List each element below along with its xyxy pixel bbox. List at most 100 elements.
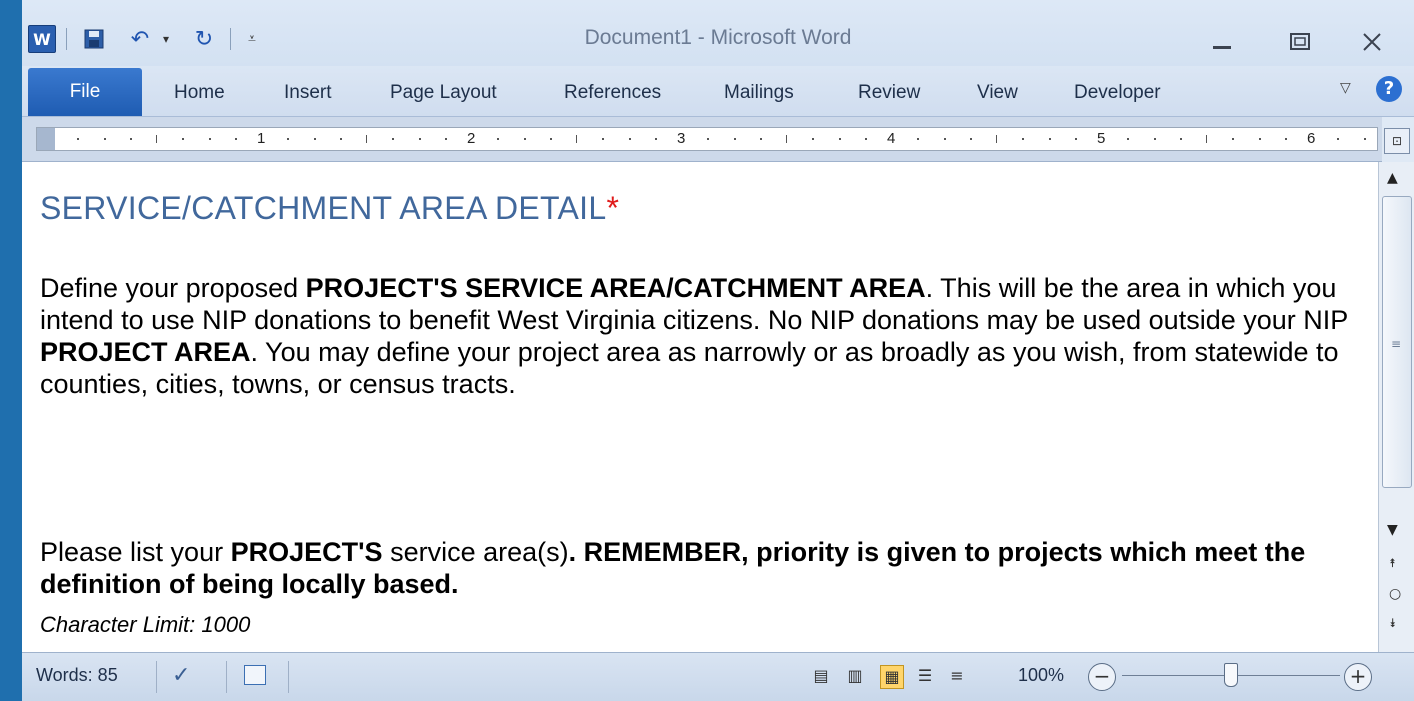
title-bar: W ↶ ▾ ↻ ⩡ Document1 - Microsoft Word: [22, 0, 1414, 66]
select-browse-object-icon[interactable]: ○: [1389, 586, 1401, 602]
ruler-dot: [1337, 138, 1340, 140]
vertical-scrollbar[interactable]: ▲ ≡ ▼ ⯭ ○ ⯯: [1378, 162, 1414, 652]
ruler-dot: [339, 138, 342, 140]
ruler-dot: [549, 138, 552, 140]
minimize-button[interactable]: [1202, 28, 1242, 56]
ruler-dot: [523, 138, 526, 140]
ruler-number: 2: [467, 130, 476, 147]
text-run: service area(s): [382, 537, 569, 567]
next-page-icon[interactable]: ⯯: [1389, 616, 1396, 631]
ruler-dot: [943, 138, 946, 140]
document-page[interactable]: SERVICE/CATCHMENT AREA DETAIL* Define yo…: [22, 162, 1378, 652]
ruler-dot: [1022, 138, 1025, 140]
text-run: Please list your: [40, 537, 231, 567]
ruler-dot: [1232, 138, 1235, 140]
tab-file[interactable]: File: [28, 68, 142, 116]
status-separator: [226, 661, 227, 693]
ruler-dot: [287, 138, 290, 140]
ruler-dot: [497, 138, 500, 140]
web-layout-view-icon[interactable]: ▦: [880, 665, 904, 689]
ruler-left-margin: [37, 128, 55, 150]
help-icon[interactable]: ?: [1376, 76, 1402, 102]
tab-home[interactable]: Home: [174, 78, 225, 108]
description-paragraph: Define your proposed PROJECT'S SERVICE A…: [40, 272, 1350, 400]
ruler-dot: [1179, 138, 1182, 140]
ruler-tick: [366, 135, 367, 143]
status-bar: Words: 85 ✓ ▤ ▥ ▦ ☰ ≡ 100% − +: [22, 652, 1414, 701]
status-separator: [156, 661, 157, 693]
ruler-dot: [1258, 138, 1261, 140]
view-ruler-icon[interactable]: ⊡: [1384, 128, 1410, 154]
ruler-dot: [1153, 138, 1156, 140]
draft-view-icon[interactable]: ≡: [946, 665, 968, 687]
scroll-up-icon[interactable]: ▲: [1387, 170, 1398, 186]
outline-view-icon[interactable]: ☰: [914, 665, 936, 687]
ruler-dot: [1048, 138, 1051, 140]
scroll-down-icon[interactable]: ▼: [1387, 522, 1398, 538]
zoom-in-button[interactable]: +: [1344, 663, 1372, 691]
ruler-dot: [234, 138, 237, 140]
ruler-number: 1: [257, 130, 266, 147]
tab-developer[interactable]: Developer: [1074, 78, 1161, 108]
ruler-tick: [786, 135, 787, 143]
ruler-dot: [182, 138, 185, 140]
ruler-dot: [129, 138, 132, 140]
ruler-dot: [759, 138, 762, 140]
ruler-dot: [1363, 138, 1366, 140]
ruler-number: 5: [1097, 130, 1106, 147]
ruler-tick: [1206, 135, 1207, 143]
ruler-tick: [156, 135, 157, 143]
ruler-dot: [444, 138, 447, 140]
ruler-dot: [77, 138, 80, 140]
ruler-dot: [628, 138, 631, 140]
zoom-level[interactable]: 100%: [1018, 665, 1064, 686]
ruler-number: 3: [677, 130, 686, 147]
zoom-out-button[interactable]: −: [1088, 663, 1116, 691]
tab-page-layout[interactable]: Page Layout: [390, 78, 497, 108]
ruler-dot: [103, 138, 106, 140]
word-count[interactable]: Words: 85: [36, 665, 118, 686]
ruler-dot: [812, 138, 815, 140]
ruler-dot: [208, 138, 211, 140]
tab-mailings[interactable]: Mailings: [724, 78, 794, 108]
tab-references[interactable]: References: [564, 78, 661, 108]
thumb-grip-icon: ≡: [1391, 337, 1402, 351]
heading-text: SERVICE/CATCHMENT AREA DETAIL: [40, 190, 607, 226]
previous-page-icon[interactable]: ⯭: [1389, 556, 1396, 571]
instruction-paragraph: Please list your PROJECT'S service area(…: [40, 536, 1350, 600]
tab-view[interactable]: View: [977, 78, 1018, 108]
tab-insert[interactable]: Insert: [284, 78, 332, 108]
ruler-number: 4: [887, 130, 896, 147]
text-run: PROJECT AREA: [40, 337, 251, 367]
text-run: PROJECT'S: [230, 537, 383, 567]
ruler-strip: 1 2 3 4 5 6: [36, 127, 1378, 151]
ruler-number: 6: [1307, 130, 1316, 147]
character-limit-note: Character Limit: 1000: [40, 612, 251, 637]
ruler-dot: [733, 138, 736, 140]
restore-button[interactable]: [1280, 28, 1320, 56]
word-window: W ↶ ▾ ↻ ⩡ Document1 - Microsoft Word Fil…: [22, 0, 1414, 701]
horizontal-ruler[interactable]: 1 2 3 4 5 6: [22, 117, 1382, 162]
print-layout-view-icon[interactable]: ▤: [810, 665, 832, 687]
full-screen-reading-icon[interactable]: ▥: [844, 665, 866, 687]
zoom-slider-thumb[interactable]: [1224, 663, 1238, 687]
macro-recording-icon[interactable]: [244, 665, 266, 685]
ruler-dot: [1284, 138, 1287, 140]
ruler-dot: [418, 138, 421, 140]
ruler-dot: [917, 138, 920, 140]
proofing-icon[interactable]: ✓: [172, 663, 190, 688]
ruler-dot: [602, 138, 605, 140]
ruler-tick: [576, 135, 577, 143]
ruler-dot: [1127, 138, 1130, 140]
ruler-dot: [707, 138, 710, 140]
ribbon-collapse-icon[interactable]: ▽: [1340, 80, 1351, 96]
ruler-dot: [838, 138, 841, 140]
close-button[interactable]: [1352, 28, 1392, 56]
text-run: PROJECT'S SERVICE AREA/CATCHMENT AREA: [305, 273, 926, 303]
ruler-dot: [1074, 138, 1077, 140]
ruler-dot: [654, 138, 657, 140]
tab-review[interactable]: Review: [858, 78, 920, 108]
scrollbar-thumb[interactable]: ≡: [1382, 196, 1412, 488]
status-separator: [288, 661, 289, 693]
document-heading: SERVICE/CATCHMENT AREA DETAIL*: [40, 190, 619, 227]
